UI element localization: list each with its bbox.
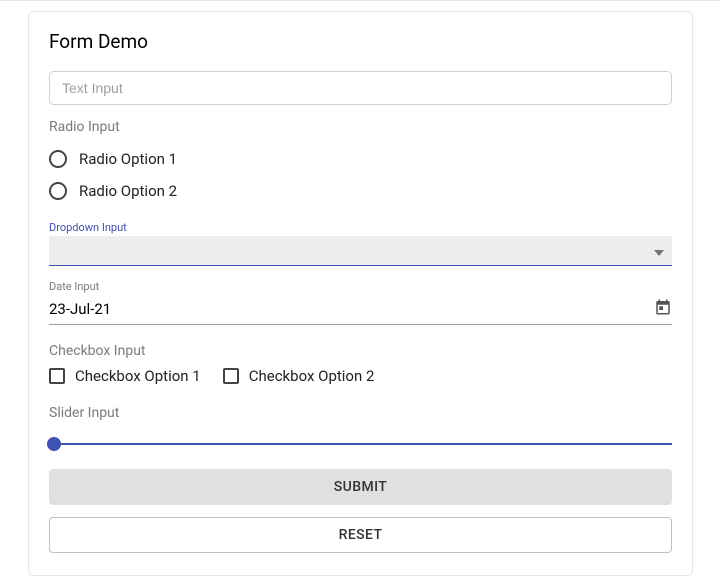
checkbox-label: Checkbox Input [49, 343, 672, 359]
dropdown-block: Dropdown Input [49, 221, 672, 266]
dropdown-input[interactable] [49, 236, 672, 266]
date-block: Date Input 23-Jul-21 [49, 280, 672, 325]
radio-option-2[interactable]: Radio Option 2 [49, 175, 672, 207]
dropdown-label: Dropdown Input [49, 221, 672, 234]
checkbox-unchecked-icon [223, 368, 239, 384]
radio-label: Radio Input [49, 119, 672, 135]
page-title: Form Demo [49, 30, 672, 53]
slider-block: Slider Input [49, 405, 672, 445]
slider-thumb[interactable] [47, 437, 61, 451]
slider-label: Slider Input [49, 405, 672, 421]
checkbox-row: Checkbox Option 1 Checkbox Option 2 [49, 367, 672, 385]
date-input[interactable]: 23-Jul-21 [49, 295, 672, 325]
radio-option-1[interactable]: Radio Option 1 [49, 143, 672, 175]
radio-unchecked-icon [49, 150, 67, 168]
date-value: 23-Jul-21 [49, 300, 111, 318]
calendar-icon [654, 298, 672, 320]
checkbox-block: Checkbox Input Checkbox Option 1 Checkbo… [49, 343, 672, 385]
checkbox-option-2-label: Checkbox Option 2 [249, 367, 375, 385]
radio-option-2-label: Radio Option 2 [79, 182, 177, 200]
form-card: Form Demo Radio Input Radio Option 1 Rad… [28, 11, 693, 576]
submit-button[interactable]: SUBMIT [49, 469, 672, 505]
checkbox-option-2[interactable]: Checkbox Option 2 [223, 367, 375, 385]
checkbox-option-1[interactable]: Checkbox Option 1 [49, 367, 201, 385]
reset-button[interactable]: RESET [49, 517, 672, 553]
date-label: Date Input [49, 280, 672, 293]
chevron-down-icon [654, 241, 664, 260]
radio-unchecked-icon [49, 182, 67, 200]
radio-group: Radio Input Radio Option 1 Radio Option … [49, 119, 672, 207]
text-input[interactable] [49, 71, 672, 105]
radio-option-1-label: Radio Option 1 [79, 150, 177, 168]
checkbox-option-1-label: Checkbox Option 1 [75, 367, 201, 385]
checkbox-unchecked-icon [49, 368, 65, 384]
slider-input[interactable] [49, 443, 672, 445]
